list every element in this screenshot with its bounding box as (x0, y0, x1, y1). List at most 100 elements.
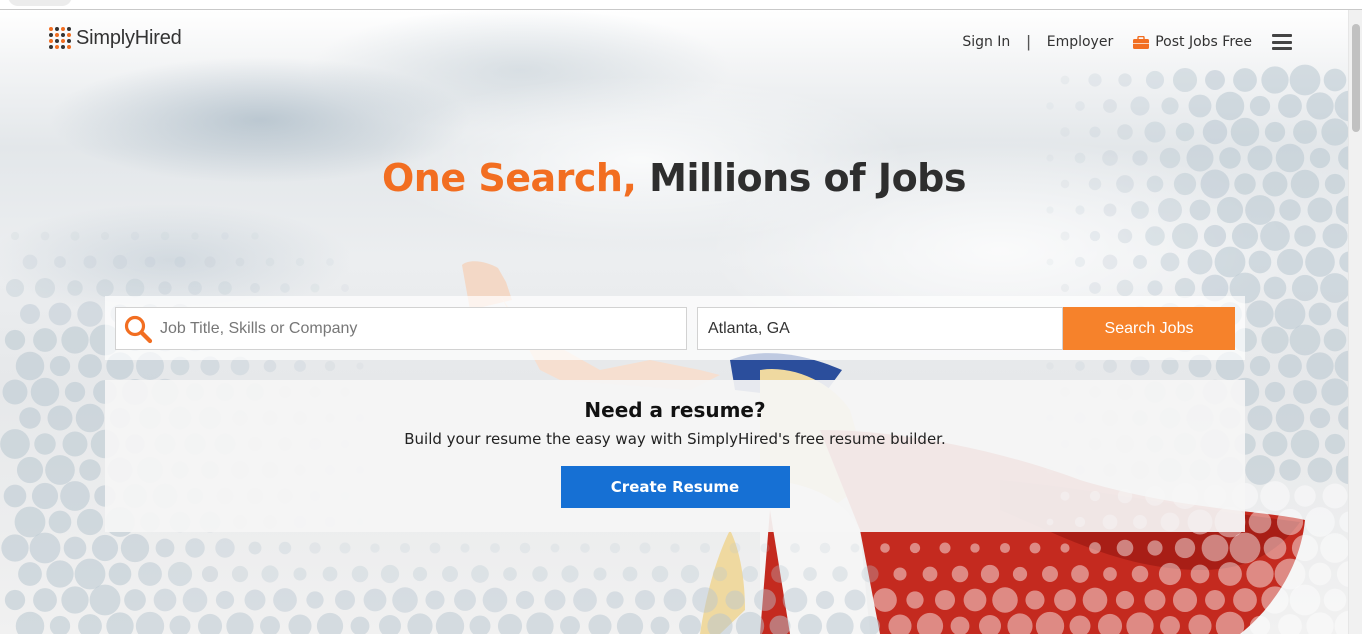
decorative-dot (1171, 222, 1199, 250)
search-jobs-button[interactable]: Search Jobs (1063, 307, 1235, 350)
create-resume-button[interactable]: Create Resume (560, 466, 790, 508)
decorative-dot (339, 542, 351, 554)
decorative-dot (158, 281, 172, 295)
decorative-dot (1088, 73, 1102, 87)
decorative-dot (108, 562, 132, 586)
decorative-dot (1245, 455, 1275, 485)
decorative-dot (1103, 359, 1117, 373)
decorative-dot (650, 616, 670, 634)
decorative-dot (471, 565, 489, 583)
decorative-dot (62, 431, 88, 457)
decorative-dot (1278, 94, 1302, 118)
decorative-dot (1205, 70, 1225, 90)
decorative-dot (1188, 614, 1212, 634)
decorative-dot (1060, 75, 1070, 85)
decorative-dot (31, 482, 59, 510)
decorative-dot (707, 613, 733, 634)
decorative-dot (351, 565, 369, 583)
decorative-dot (880, 543, 890, 553)
decorative-dot (288, 614, 312, 634)
decorative-dot (1145, 226, 1165, 246)
decorative-dot (1260, 481, 1290, 511)
decorative-dot (1263, 536, 1287, 560)
decorative-dot (324, 360, 336, 372)
hamburger-menu-icon[interactable] (1272, 34, 1292, 50)
job-title-input[interactable] (154, 319, 686, 338)
decorative-dot (906, 591, 924, 609)
decorative-dot (3, 484, 27, 508)
decorative-dot (380, 564, 400, 584)
decorative-dot (1278, 614, 1302, 634)
decorative-dot (735, 611, 765, 634)
simplyhired-logo[interactable]: SimplyHired (48, 26, 182, 50)
decorative-dot (1012, 566, 1028, 582)
decorative-dot (63, 536, 87, 560)
decorative-dot (922, 566, 938, 582)
decorative-dot (1115, 590, 1135, 610)
decorative-dot (1188, 94, 1212, 118)
decorative-dot (1275, 403, 1305, 433)
decorative-dot (970, 543, 980, 553)
decorative-dot (1263, 276, 1287, 300)
decorative-dot (48, 510, 72, 534)
decorative-dot (1075, 101, 1085, 111)
decorative-dot (70, 231, 80, 241)
post-jobs-free-link[interactable]: Post Jobs Free (1133, 34, 1252, 50)
decorative-dot (832, 566, 848, 582)
decorative-dot (1260, 221, 1290, 251)
decorative-dot (33, 328, 57, 352)
browser-tab[interactable] (8, 0, 72, 6)
location-input[interactable] (698, 319, 1062, 338)
decorative-dot (215, 590, 235, 610)
decorative-dot (815, 590, 835, 610)
decorative-dot (1264, 121, 1286, 143)
decorative-dot (1071, 565, 1089, 583)
decorative-dot (1336, 561, 1348, 587)
decorative-dot (580, 543, 590, 553)
decorative-dot (1294, 485, 1316, 507)
decorative-dot (712, 566, 728, 582)
decorative-dot (350, 616, 370, 634)
decorative-dot (1060, 543, 1070, 553)
decorative-dot (54, 256, 66, 268)
decorative-dot (251, 232, 259, 240)
sign-in-link[interactable]: Sign In (962, 34, 1010, 50)
scrollbar-thumb[interactable] (1352, 24, 1360, 132)
decorative-dot (1130, 96, 1150, 116)
decorative-dot (1074, 256, 1086, 268)
decorative-dot (1103, 99, 1117, 113)
decorative-dot (1174, 537, 1196, 559)
decorative-dot (64, 381, 86, 403)
decorative-dot (939, 542, 951, 554)
decorative-dot (980, 564, 1000, 584)
page-headline: One Search, Millions of Jobs (0, 156, 1348, 200)
decorative-dot (561, 565, 579, 583)
decorative-dot (22, 254, 38, 270)
location-field[interactable] (697, 307, 1063, 350)
decorative-dot (1336, 301, 1348, 327)
decorative-dot (1249, 95, 1271, 117)
decorative-dot (167, 561, 193, 587)
decorative-dot (185, 538, 205, 558)
decorative-dot (850, 543, 860, 553)
decorative-dot (503, 567, 517, 581)
decorative-dot (120, 533, 150, 563)
decorative-dot (135, 611, 165, 634)
vertical-scrollbar[interactable] (1348, 10, 1362, 634)
employer-link[interactable]: Employer (1047, 34, 1113, 50)
decorative-dot (651, 565, 669, 583)
decorative-dot (91, 534, 119, 562)
decorative-dot (1046, 362, 1054, 370)
decorative-dot (1339, 511, 1348, 533)
decorative-dot (1215, 611, 1245, 634)
decorative-dot (30, 377, 60, 407)
decorative-dot (1172, 587, 1198, 613)
job-title-field[interactable] (115, 307, 687, 350)
decorative-dot (725, 590, 745, 610)
decorative-dot (593, 567, 607, 581)
decorative-dot (1089, 126, 1101, 138)
decorative-dot (1321, 378, 1348, 406)
decorative-dot (1042, 566, 1058, 582)
decorative-dot (490, 543, 500, 553)
decorative-dot (1218, 562, 1242, 586)
